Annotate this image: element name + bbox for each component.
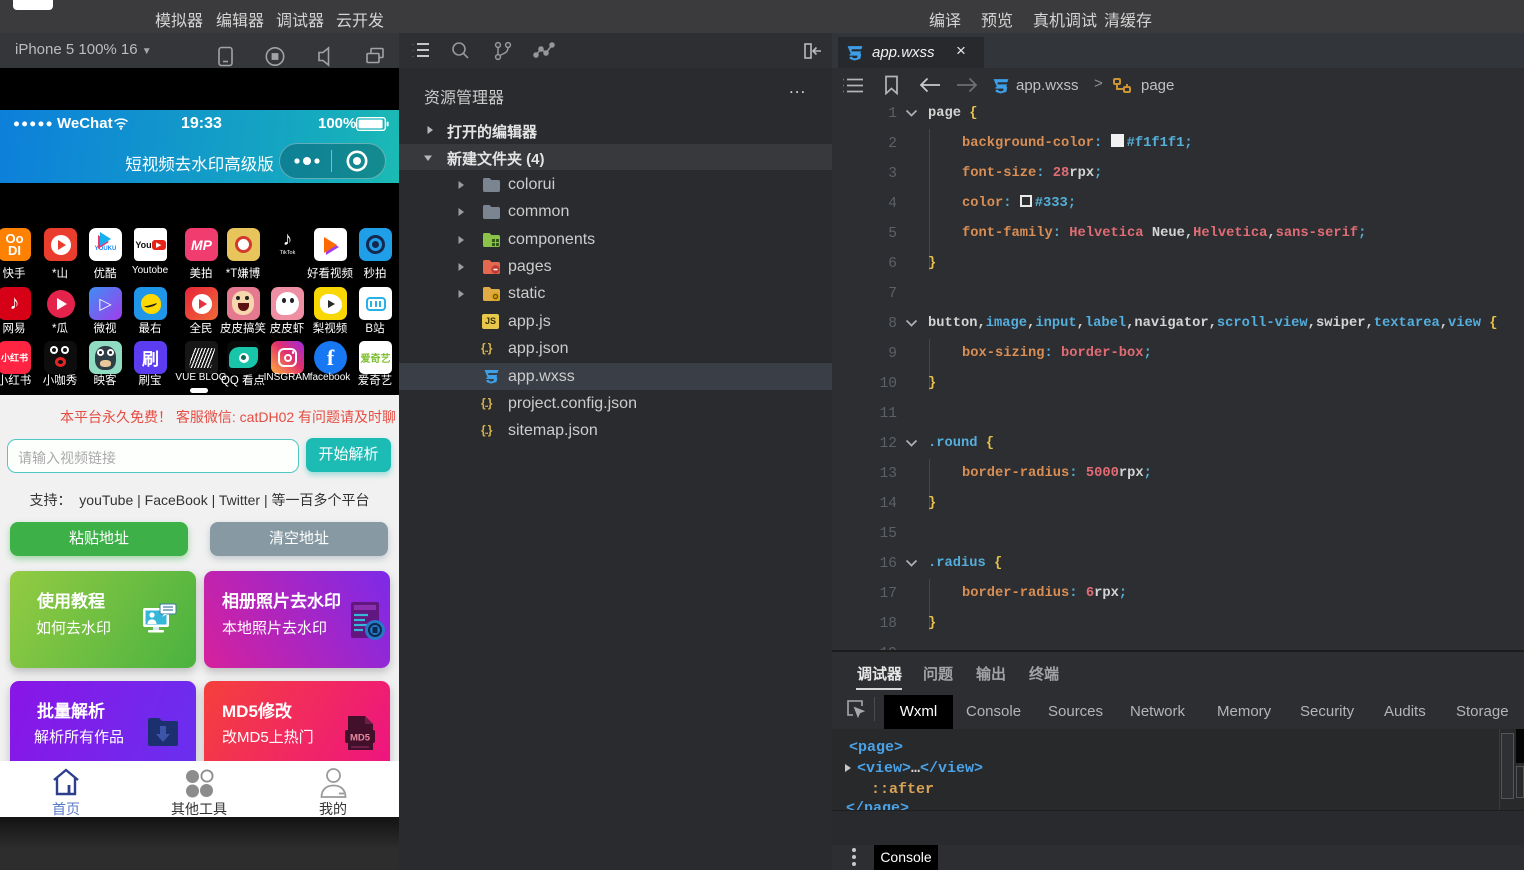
svg-text:MD5: MD5 (350, 733, 371, 744)
